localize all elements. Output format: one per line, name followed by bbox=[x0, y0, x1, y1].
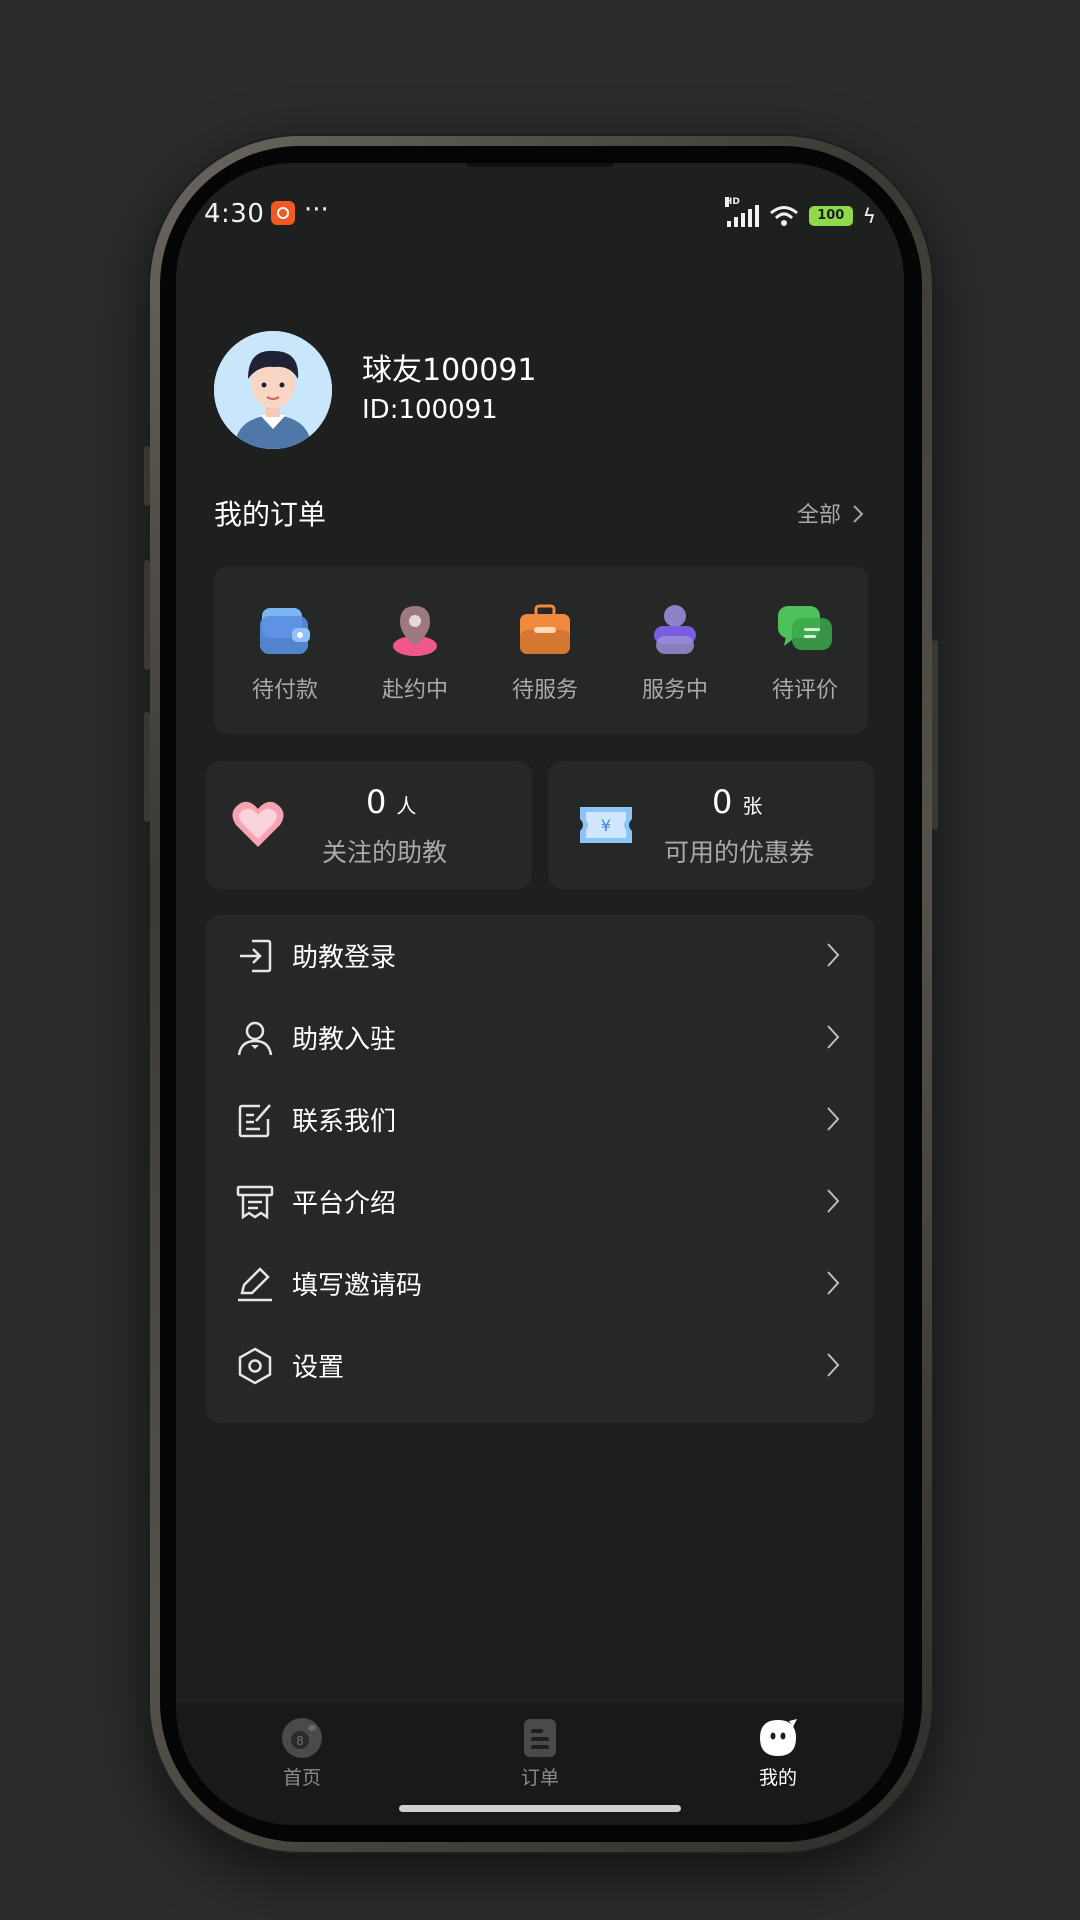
menu-item-settings[interactable]: 设置 bbox=[206, 1325, 874, 1407]
user-join-icon bbox=[237, 1021, 273, 1056]
hd-label: HD bbox=[724, 197, 740, 207]
menu-item-label: 设置 bbox=[292, 1353, 345, 1383]
svg-text:¥: ¥ bbox=[601, 816, 611, 835]
person-icon bbox=[646, 602, 704, 660]
chevron-right-icon bbox=[827, 1189, 840, 1213]
wallet-icon bbox=[256, 602, 314, 660]
menu-item-coach-login[interactable]: 助教登录 bbox=[206, 915, 874, 997]
volume-down-button bbox=[144, 712, 150, 822]
menu-item-label: 平台介绍 bbox=[292, 1189, 397, 1219]
tab-home[interactable]: 8 首页 bbox=[242, 1717, 362, 1790]
view-all-label: 全部 bbox=[796, 503, 841, 528]
coupon-unit: 张 bbox=[742, 794, 763, 818]
chat-bubbles-icon bbox=[776, 602, 834, 660]
order-status-label: 服务中 bbox=[641, 678, 708, 703]
tab-mine[interactable]: 我的 bbox=[718, 1717, 838, 1790]
avatar-illustration-icon bbox=[214, 331, 332, 449]
order-status-to-review[interactable]: 待评价 bbox=[750, 602, 860, 712]
status-time: 4:30 bbox=[204, 199, 265, 229]
app-notification-icon bbox=[271, 201, 295, 225]
menu-item-label: 助教登录 bbox=[292, 943, 397, 973]
chevron-right-icon bbox=[827, 943, 840, 967]
signal-icon: HD bbox=[724, 197, 759, 227]
order-status-on-the-way[interactable]: 赴约中 bbox=[360, 602, 470, 712]
chevron-right-icon bbox=[827, 1107, 840, 1131]
status-indicators: HD 100 ϟ bbox=[724, 197, 876, 231]
wifi-icon bbox=[769, 206, 798, 226]
coupon-icon: ¥ bbox=[580, 807, 632, 843]
order-status-label: 待付款 bbox=[251, 678, 318, 703]
battery-icon: 100 bbox=[808, 206, 853, 226]
followed-coaches-card[interactable]: 0人 关注的助教 bbox=[206, 761, 532, 889]
chevron-right-icon bbox=[827, 1271, 840, 1295]
followed-value: 0 bbox=[366, 783, 387, 821]
login-icon bbox=[240, 939, 272, 973]
tab-label: 首页 bbox=[282, 1767, 321, 1789]
tab-orders[interactable]: 订单 bbox=[480, 1717, 600, 1790]
order-status-card: 待付款 赴约中 待服务 服务中 待评价 bbox=[214, 566, 868, 734]
order-status-awaiting-service[interactable]: 待服务 bbox=[490, 602, 600, 712]
user-id: ID:100091 bbox=[362, 395, 498, 425]
chevron-right-icon bbox=[827, 1353, 840, 1377]
avatar[interactable] bbox=[214, 331, 332, 449]
mute-switch bbox=[144, 446, 150, 506]
settings-icon bbox=[238, 1347, 272, 1385]
home-indicator[interactable] bbox=[399, 1805, 681, 1812]
user-nickname: 球友100091 bbox=[362, 353, 537, 388]
location-pin-icon bbox=[386, 602, 444, 660]
coupon-count: 0张 bbox=[712, 783, 762, 821]
briefcase-icon bbox=[516, 602, 574, 660]
menu-item-label: 联系我们 bbox=[292, 1107, 397, 1137]
followed-unit: 人 bbox=[396, 794, 417, 818]
order-status-label: 赴约中 bbox=[381, 678, 448, 703]
power-button bbox=[932, 640, 938, 830]
contact-edit-icon bbox=[238, 1104, 271, 1138]
menu-item-label: 助教入驻 bbox=[292, 1025, 397, 1055]
menu-item-invite-code[interactable]: 填写邀请码 bbox=[206, 1243, 874, 1325]
billiard-ball-icon: 8 bbox=[281, 1717, 323, 1759]
coupons-card[interactable]: ¥ 0张 可用的优惠券 bbox=[548, 761, 874, 889]
tab-label: 订单 bbox=[520, 1767, 559, 1789]
menu-item-platform-intro[interactable]: 平台介绍 bbox=[206, 1161, 874, 1243]
coupons-label: 可用的优惠券 bbox=[664, 838, 815, 867]
charging-icon: ϟ bbox=[862, 204, 876, 228]
order-status-in-service[interactable]: 服务中 bbox=[620, 602, 730, 712]
menu-item-contact-us[interactable]: 联系我们 bbox=[206, 1079, 874, 1161]
order-status-label: 待评价 bbox=[771, 678, 838, 703]
followed-count: 0人 bbox=[366, 783, 416, 821]
order-status-pending-payment[interactable]: 待付款 bbox=[230, 602, 340, 712]
mascot-icon bbox=[757, 1717, 799, 1759]
view-all-orders-link[interactable]: 全部 bbox=[797, 497, 864, 529]
chevron-right-icon bbox=[827, 1025, 840, 1049]
menu-item-coach-join[interactable]: 助教入驻 bbox=[206, 997, 874, 1079]
chevron-right-icon bbox=[853, 505, 864, 523]
svg-text:8: 8 bbox=[296, 1734, 304, 1748]
menu-item-label: 填写邀请码 bbox=[292, 1271, 423, 1301]
order-doc-icon bbox=[519, 1717, 561, 1759]
orders-section-title: 我的订单 bbox=[214, 498, 327, 531]
pen-icon bbox=[238, 1267, 272, 1302]
coupon-value: 0 bbox=[712, 783, 733, 821]
platform-info-icon bbox=[236, 1185, 274, 1220]
settings-menu: 助教登录 助教入驻 联系我们 平台介绍 填写邀请码 设置 bbox=[206, 915, 874, 1423]
tab-label: 我的 bbox=[758, 1767, 797, 1789]
status-bar: 4:30 ··· HD 100 ϟ bbox=[176, 193, 904, 243]
order-status-label: 待服务 bbox=[511, 678, 578, 703]
more-dots-icon: ··· bbox=[304, 195, 329, 225]
volume-up-button bbox=[144, 560, 150, 670]
heart-icon bbox=[232, 801, 284, 847]
followed-label: 关注的助教 bbox=[322, 838, 448, 867]
app-screen: 4:30 ··· HD 100 ϟ 球友100091 ID:100091 我的订… bbox=[176, 163, 904, 1825]
earpiece bbox=[466, 163, 614, 167]
